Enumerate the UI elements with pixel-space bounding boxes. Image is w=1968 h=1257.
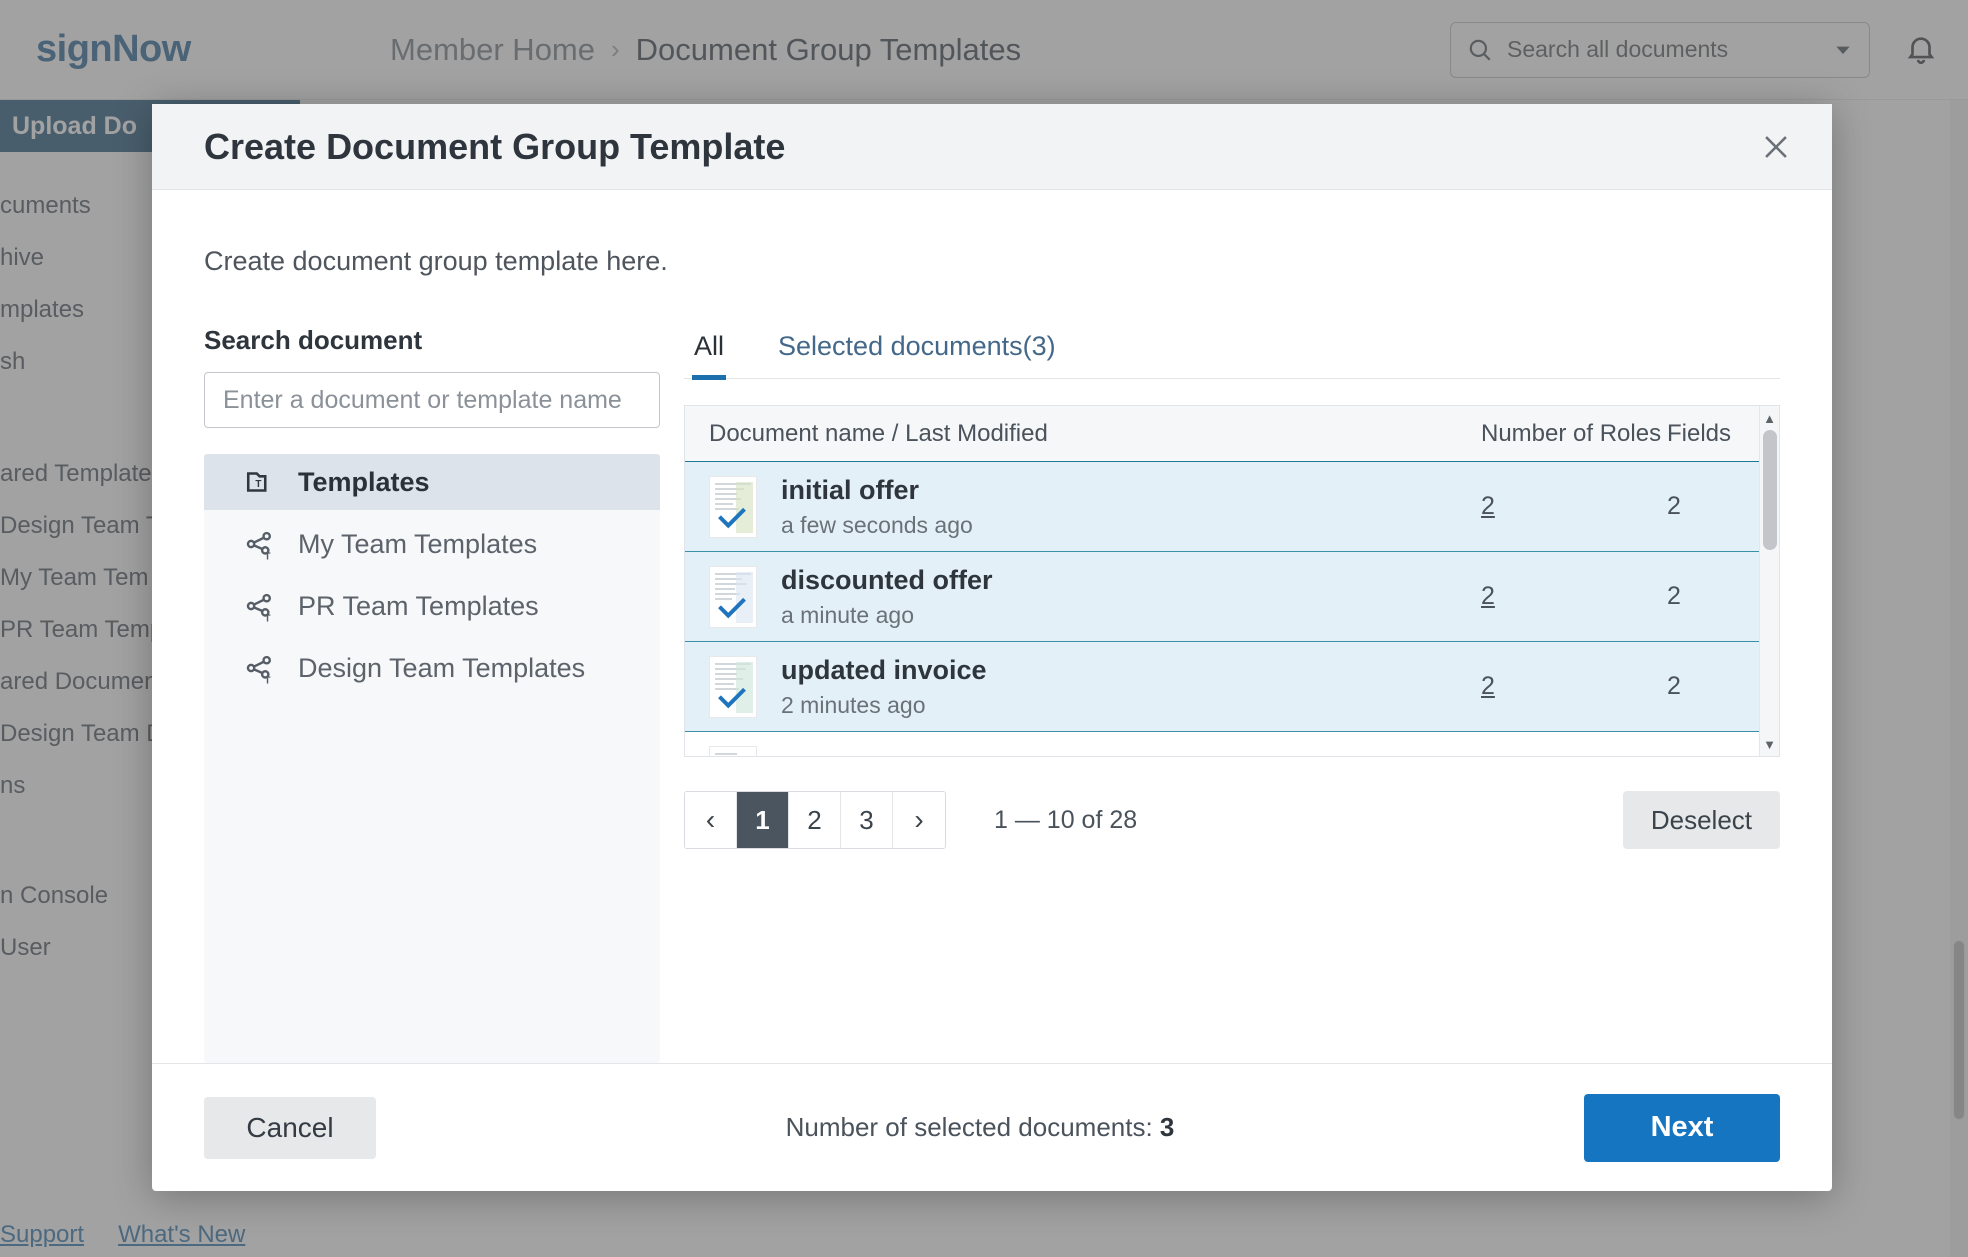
table-scrollbar-thumb[interactable] (1763, 430, 1777, 550)
selected-check-icon (717, 596, 747, 620)
search-document-input[interactable] (204, 372, 660, 428)
share-template-icon: T (244, 527, 278, 561)
table-scrollbar[interactable]: ▲ ▼ (1759, 406, 1779, 756)
document-thumbnail (709, 566, 757, 628)
modal-body: Create document group template here. Sea… (152, 190, 1832, 1063)
search-document-label: Search document (204, 325, 660, 356)
document-modified: a few seconds ago (781, 512, 1481, 539)
column-header-document-name[interactable]: Document name / Last Modified (709, 420, 1481, 448)
selected-documents-value: 3 (1160, 1112, 1174, 1142)
pagination-page-3[interactable]: 3 (841, 792, 893, 848)
template-source-panel: Search document T Templates (204, 325, 660, 1063)
folder-template-icon: T (244, 465, 278, 499)
sidebar-item-label: Design Team Templates (298, 653, 585, 684)
share-template-icon: T (244, 651, 278, 685)
svg-text:T: T (265, 614, 271, 623)
table-body: initial offer a few seconds ago 2 2 (685, 462, 1779, 756)
table-row[interactable]: initial offer a few seconds ago 2 2 (685, 462, 1779, 552)
documents-table: Document name / Last Modified Number of … (684, 405, 1780, 757)
document-modified: 2 minutes ago (781, 692, 1481, 719)
pagination-page-1[interactable]: 1 (737, 792, 789, 848)
column-header-number-of-roles[interactable]: Number of Roles (1481, 420, 1667, 448)
cancel-button[interactable]: Cancel (204, 1097, 376, 1159)
document-picker-panel: All Selected documents(3) Document name … (684, 325, 1780, 1063)
document-name[interactable]: updated invoice (781, 655, 1481, 686)
close-button[interactable] (1750, 121, 1802, 173)
roles-count-link[interactable]: 2 (1481, 582, 1495, 610)
tab-all[interactable]: All (692, 325, 726, 378)
pagination-page-2[interactable]: 2 (789, 792, 841, 848)
table-row[interactable]: discounted offer a minute ago 2 2 (685, 552, 1779, 642)
roles-count-link[interactable]: 2 (1481, 672, 1495, 700)
selected-check-icon (717, 686, 747, 710)
document-tabs: All Selected documents(3) (684, 325, 1780, 379)
selected-documents-count: Number of selected documents: 3 (786, 1112, 1175, 1143)
document-name[interactable]: initial offer (781, 475, 1481, 506)
create-document-group-template-modal: Create Document Group Template Create do… (152, 104, 1832, 1191)
table-row[interactable]: updated invoice 2 minutes ago 2 2 (685, 642, 1779, 732)
sidebar-item-label: PR Team Templates (298, 591, 539, 622)
table-header-row: Document name / Last Modified Number of … (685, 406, 1779, 462)
close-icon (1759, 130, 1793, 164)
roles-count-link[interactable]: 2 (1481, 492, 1495, 520)
sidebar-item-my-team-templates[interactable]: T My Team Templates (204, 516, 660, 572)
selected-documents-label: Number of selected documents: (786, 1112, 1153, 1142)
document-name[interactable]: discounted offer (781, 565, 1481, 596)
sidebar-item-templates[interactable]: T Templates (204, 454, 660, 510)
pagination-row: ‹ 1 2 3 › 1 — 10 of 28 Deselect (684, 791, 1780, 849)
svg-text:T: T (255, 479, 261, 490)
sidebar-item-pr-team-templates[interactable]: T PR Team Templates (204, 578, 660, 634)
document-roles-cell: 2 (1481, 492, 1667, 521)
scroll-up-arrow-icon[interactable]: ▲ (1760, 409, 1779, 427)
document-thumbnail (709, 746, 757, 757)
document-modified: a minute ago (781, 602, 1481, 629)
modal-title: Create Document Group Template (204, 126, 785, 168)
next-button[interactable]: Next (1584, 1094, 1780, 1162)
share-template-icon: T (244, 589, 278, 623)
deselect-button[interactable]: Deselect (1623, 791, 1780, 849)
scroll-down-arrow-icon[interactable]: ▼ (1760, 735, 1779, 753)
sidebar-item-design-team-templates[interactable]: T Design Team Templates (204, 640, 660, 696)
svg-text:T: T (265, 676, 271, 685)
document-roles-cell: 2 (1481, 582, 1667, 611)
document-roles-cell: 2 (1481, 672, 1667, 701)
document-thumbnail (709, 656, 757, 718)
template-folder-list: T Templates T My Team Templates (204, 454, 660, 1063)
pagination-range-text: 1 — 10 of 28 (994, 806, 1137, 835)
modal-footer: Cancel Number of selected documents: 3 N… (152, 1063, 1832, 1191)
pagination-next-button[interactable]: › (893, 792, 945, 848)
svg-text:T: T (265, 552, 271, 561)
pagination: ‹ 1 2 3 › (684, 791, 946, 849)
modal-intro-text: Create document group template here. (204, 246, 1780, 277)
table-row[interactable]: sample-limited-power-of-attorney-form-..… (685, 732, 1779, 756)
selected-check-icon (717, 506, 747, 530)
pagination-prev-button[interactable]: ‹ (685, 792, 737, 848)
sidebar-item-label: Templates (298, 467, 430, 498)
sidebar-item-label: My Team Templates (298, 529, 537, 560)
modal-header: Create Document Group Template (152, 104, 1832, 190)
tab-selected-documents[interactable]: Selected documents(3) (776, 325, 1058, 378)
document-thumbnail (709, 476, 757, 538)
